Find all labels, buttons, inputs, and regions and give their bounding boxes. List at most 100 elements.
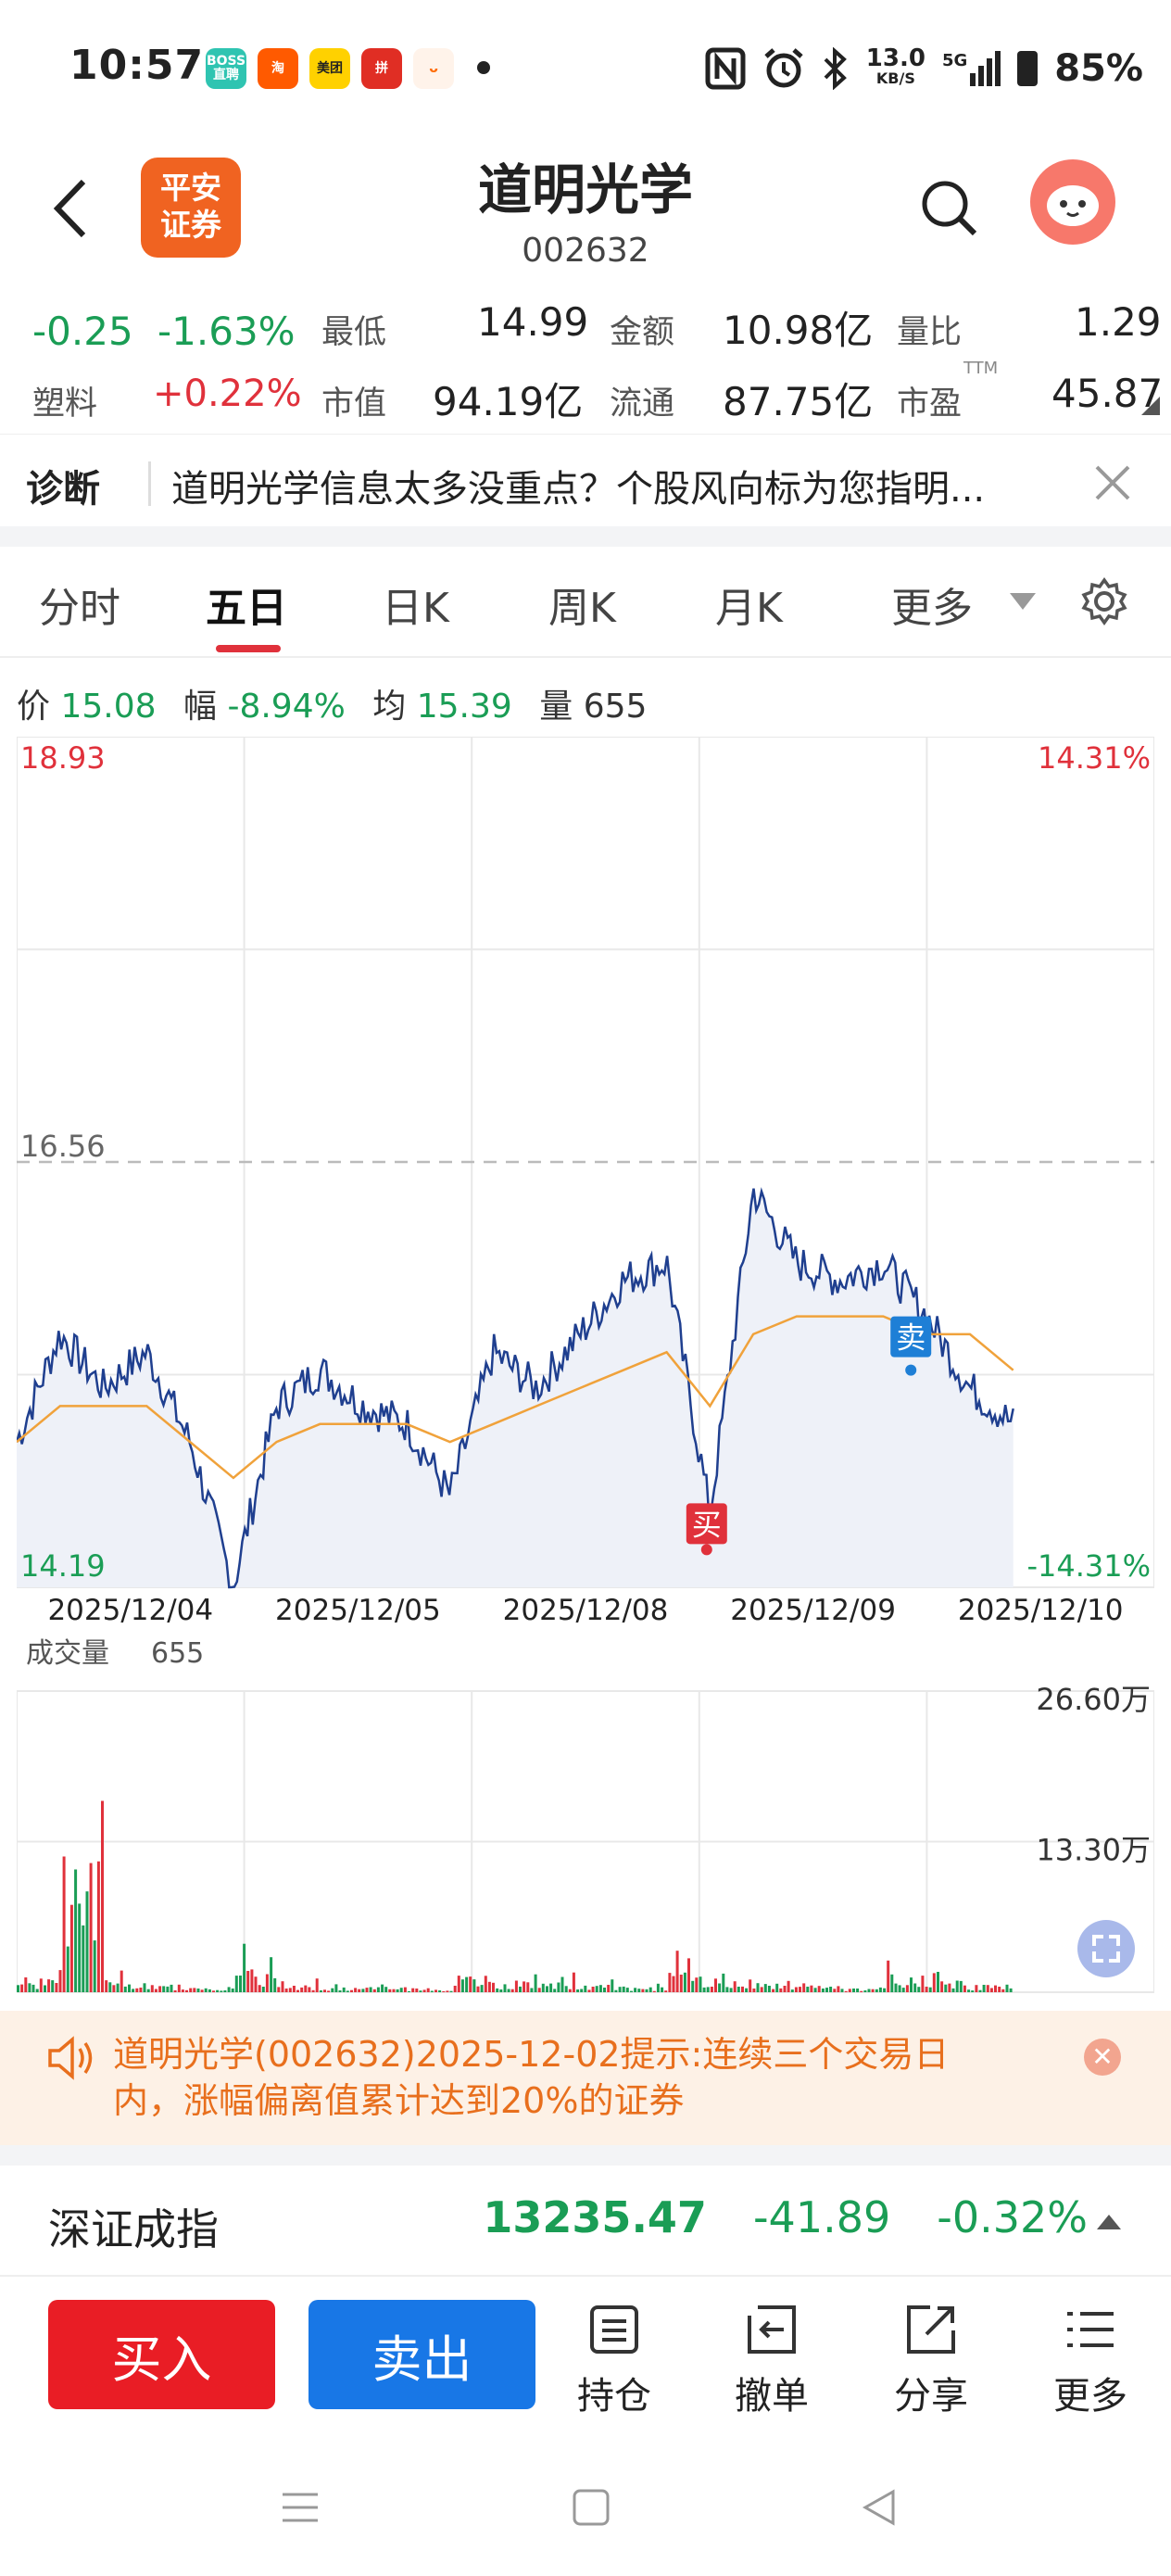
diagnosis-label: 诊断 — [26, 468, 100, 511]
volume-bar — [170, 1984, 173, 1992]
volume-bar — [403, 1987, 407, 1992]
volume-bar — [752, 1989, 756, 1992]
price-chart[interactable]: 买 卖 18.93 16.56 14.19 14.31% -14.31% — [17, 737, 1154, 1589]
x-tick-label: 2025/12/04 — [47, 1594, 214, 1627]
search-icon[interactable] — [917, 176, 982, 241]
volume-bar — [817, 1986, 821, 1992]
volume-bar — [729, 1988, 733, 1992]
dropdown-icon[interactable] — [1010, 593, 1036, 610]
stock-code: 002632 — [522, 232, 649, 270]
sector-pct[interactable]: +0.22% — [153, 373, 302, 415]
volume-bar — [718, 1983, 722, 1992]
tab-more[interactable]: 更多 — [891, 575, 973, 634]
share-icon — [907, 2305, 955, 2354]
tab-five-day[interactable]: 五日 — [206, 575, 287, 634]
volume-chart[interactable]: 成交量 655 26.60万 13.30万 — [17, 1631, 1154, 1997]
volume-bar — [503, 1984, 507, 1992]
index-change-pct: -0.32% — [937, 2192, 1088, 2242]
volume-bar — [457, 1976, 460, 1992]
close-icon[interactable] — [1093, 463, 1132, 502]
marker-dot — [905, 1364, 917, 1376]
index-value: 13235.47 — [483, 2192, 707, 2242]
volume-bar — [69, 1904, 73, 1992]
expand-up-icon[interactable] — [1097, 2215, 1121, 2229]
volume-bar — [181, 1989, 184, 1992]
volume-bar — [595, 1986, 598, 1992]
tab-weekly-k[interactable]: 周K — [548, 575, 616, 634]
volume-bar — [687, 1958, 690, 1992]
volume-bar — [829, 1987, 833, 1992]
chart-info-line: 价 15.08 幅 -8.94% 均 15.39 量 655 — [17, 679, 647, 727]
sell-button[interactable]: 卖出 — [308, 2300, 535, 2409]
volume-bar — [296, 1989, 299, 1992]
volume-bar — [150, 1985, 154, 1992]
volume-bar — [311, 1989, 315, 1992]
x-tick-label: 2025/12/10 — [957, 1594, 1124, 1627]
price-label: 价 — [17, 688, 51, 726]
divider — [148, 461, 151, 506]
pe-ttm-sup: TTM — [963, 359, 999, 378]
battery-icon — [1017, 51, 1039, 86]
settings-icon[interactable] — [1079, 576, 1129, 626]
tab-intraday[interactable]: 分时 — [39, 575, 120, 634]
back-nav-icon[interactable] — [860, 2488, 899, 2527]
volume-bar — [519, 1986, 522, 1992]
volume-bar — [856, 1989, 860, 1992]
volume-bar — [745, 1988, 749, 1992]
marker-label: 买 — [692, 1507, 722, 1542]
volume-bar — [634, 1988, 637, 1992]
expand-corner-icon[interactable] — [1141, 397, 1160, 415]
volume-bar — [200, 1989, 204, 1992]
more-button[interactable]: 更多 — [1030, 2303, 1151, 2419]
share-button[interactable]: 分享 — [871, 2303, 991, 2419]
volume-bar — [499, 1989, 503, 1992]
tab-daily-k[interactable]: 日K — [382, 575, 449, 634]
float-value: 87.75亿 — [723, 379, 874, 424]
volume-bar — [419, 1990, 422, 1992]
volume-bar — [813, 1988, 817, 1992]
taobao-app-icon: 淘 — [258, 48, 298, 89]
assistant-avatar-icon[interactable] — [1030, 159, 1115, 245]
volume-bar — [860, 1990, 863, 1992]
volume-bar — [334, 1984, 338, 1992]
volume-bar — [460, 1979, 464, 1992]
volume-bar — [821, 1989, 825, 1992]
positions-button[interactable]: 持仓 — [554, 2303, 674, 2419]
volume-bar — [910, 1977, 913, 1992]
home-nav-icon[interactable] — [572, 2488, 611, 2527]
volume-bar — [143, 1983, 146, 1992]
vol-ratio-value: 1.29 — [1075, 299, 1162, 345]
volume-bar — [840, 1989, 844, 1992]
notice-close-button[interactable]: ✕ — [1084, 2039, 1121, 2076]
cancel-order-button[interactable]: 撤单 — [711, 2303, 832, 2419]
volume-bar — [277, 1987, 281, 1992]
diagnosis-text[interactable]: 道明光学信息太多没重点？个股风向标为您指明... — [171, 459, 985, 512]
nfc-icon — [705, 47, 746, 90]
divider — [0, 2145, 1171, 2166]
menu-nav-icon[interactable] — [281, 2488, 320, 2527]
x-tick-label: 2025/12/08 — [502, 1594, 669, 1627]
fullscreen-button[interactable] — [1077, 1920, 1135, 1977]
volume-bar — [591, 1987, 595, 1992]
buy-button[interactable]: 买入 — [48, 2300, 275, 2409]
volume-bar — [779, 1988, 783, 1992]
volume-bar — [921, 1976, 925, 1992]
volume-bar — [526, 1982, 530, 1992]
tab-monthly-k[interactable]: 月K — [715, 575, 783, 634]
volume-bar — [96, 1861, 100, 1992]
volume-bar — [656, 1983, 660, 1992]
volume-bar — [20, 1984, 24, 1992]
volume-bar — [231, 1989, 234, 1992]
sector-label[interactable]: 塑料 — [32, 377, 97, 424]
volume-bar — [480, 1985, 484, 1992]
volume-bar — [741, 1986, 744, 1992]
volume-bar — [392, 1989, 396, 1992]
volume-bar — [959, 1980, 963, 1992]
volume-bar — [492, 1982, 495, 1992]
status-time: 10:57 — [69, 42, 205, 89]
volume-bar — [408, 1990, 410, 1992]
volume-bar — [637, 1989, 641, 1992]
volume-bar — [116, 1983, 120, 1992]
didi-app-icon: ᴗ — [413, 48, 454, 89]
divider — [0, 526, 1171, 547]
